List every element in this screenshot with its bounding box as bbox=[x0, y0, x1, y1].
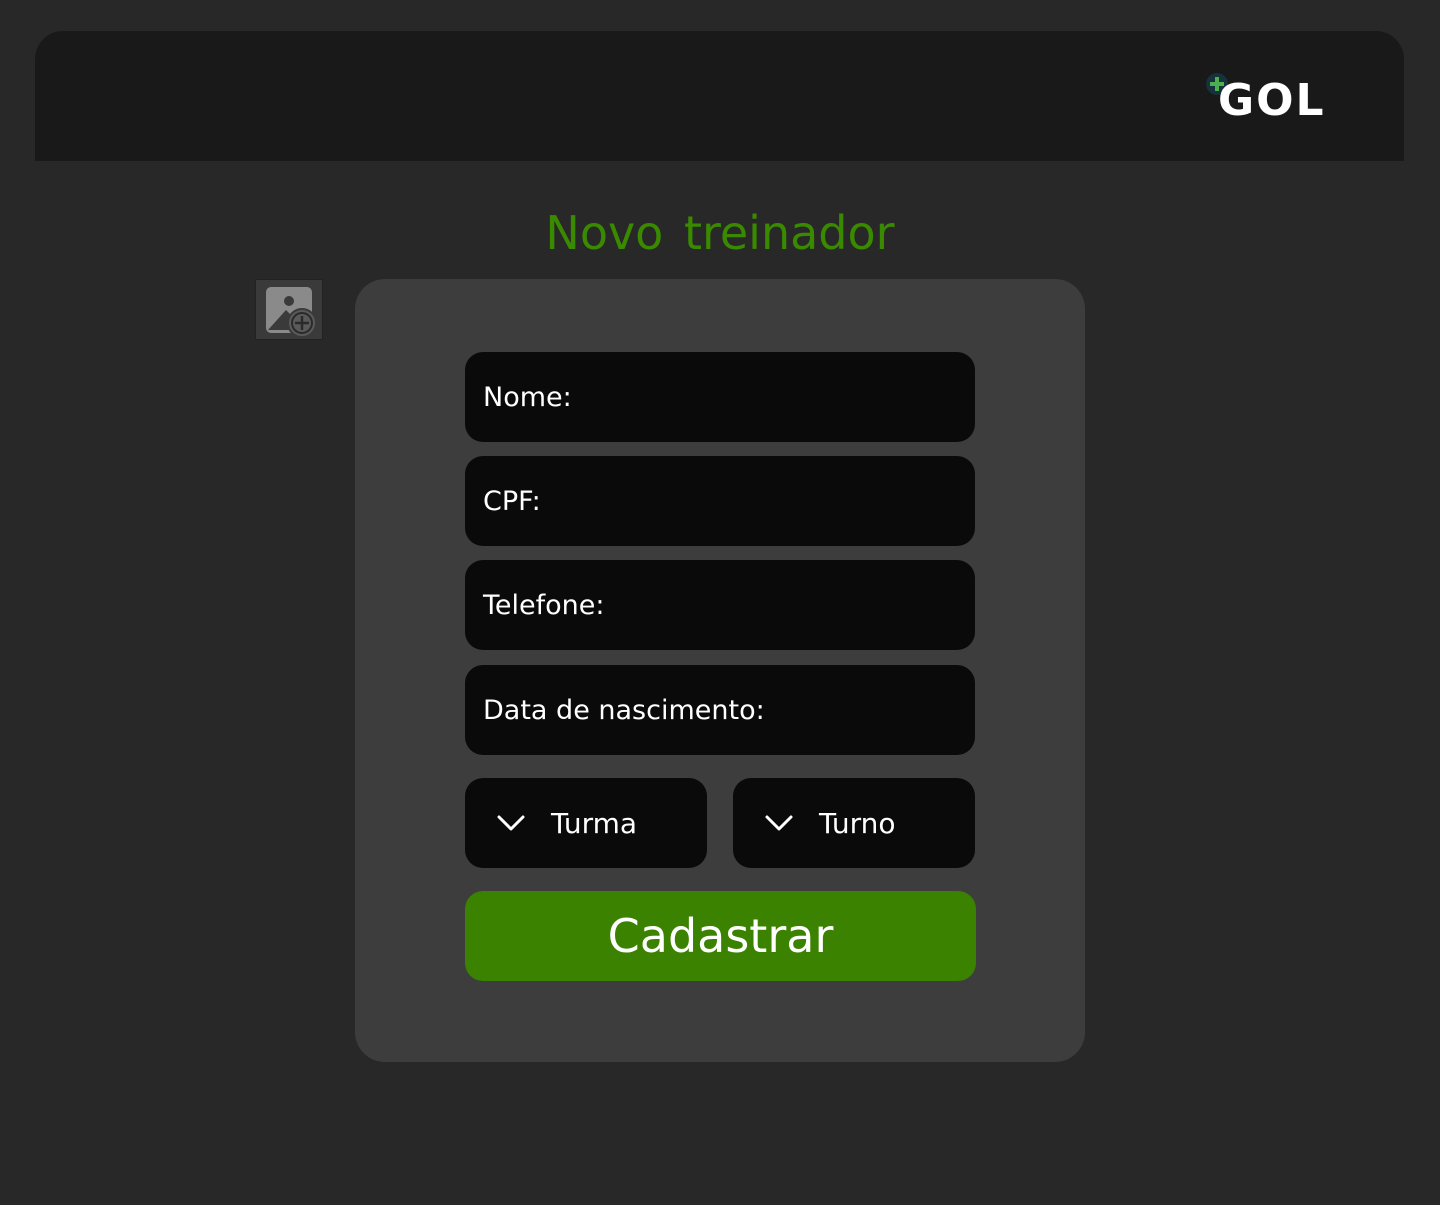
form-card: Nome: CPF: Telefone: Data de nascimento:… bbox=[355, 279, 1085, 1062]
top-header: GOL bbox=[35, 31, 1404, 161]
cpf-label: CPF: bbox=[483, 485, 541, 517]
birthdate-field[interactable]: Data de nascimento: bbox=[465, 665, 975, 755]
chevron-down-icon bbox=[497, 815, 525, 831]
turno-label: Turno bbox=[819, 806, 896, 840]
register-button[interactable]: Cadastrar bbox=[465, 891, 976, 981]
chevron-down-icon bbox=[765, 815, 793, 831]
page-title: Novo treinador bbox=[545, 206, 895, 260]
cpf-input[interactable] bbox=[548, 484, 957, 518]
turma-select[interactable]: Turma bbox=[465, 778, 707, 868]
name-label: Nome: bbox=[483, 381, 572, 413]
logo-text: GOL bbox=[1218, 75, 1326, 126]
turno-select[interactable]: Turno bbox=[733, 778, 975, 868]
name-input[interactable] bbox=[579, 380, 957, 414]
phone-input[interactable] bbox=[612, 588, 957, 622]
birthdate-label: Data de nascimento: bbox=[483, 694, 765, 726]
add-photo-icon bbox=[266, 287, 317, 338]
logo[interactable]: GOL bbox=[1206, 73, 1378, 126]
birthdate-input[interactable] bbox=[772, 693, 957, 727]
name-field[interactable]: Nome: bbox=[465, 352, 975, 442]
phone-field[interactable]: Telefone: bbox=[465, 560, 975, 650]
turma-label: Turma bbox=[551, 806, 638, 840]
add-photo-button[interactable] bbox=[255, 279, 323, 340]
phone-label: Telefone: bbox=[483, 589, 605, 621]
cpf-field[interactable]: CPF: bbox=[465, 456, 975, 546]
